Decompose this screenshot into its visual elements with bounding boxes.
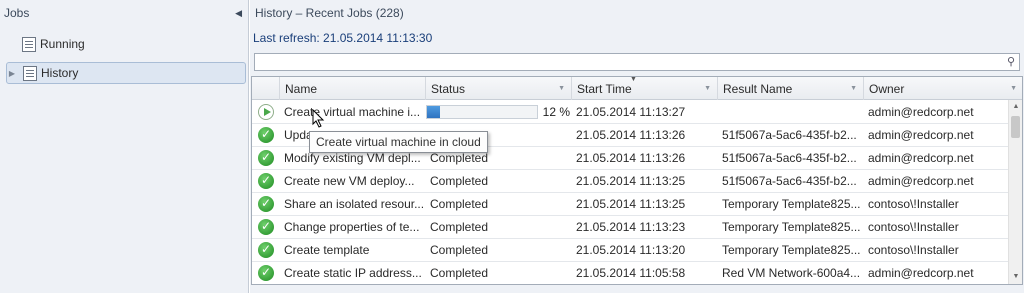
completed-check-icon — [258, 172, 274, 189]
vertical-scrollbar[interactable]: ▲ ▼ — [1008, 100, 1022, 284]
nav-item-running[interactable]: Running — [6, 33, 246, 55]
cell-result-name: 51f5067a-5ac6-435f-b2... — [722, 128, 857, 142]
cell-start-time: 21.05.2014 11:13:25 — [576, 197, 686, 211]
filter-dropdown-icon[interactable]: ▼ — [850, 85, 857, 92]
cell-result-name: 51f5067a-5ac6-435f-b2... — [722, 151, 857, 165]
scroll-thumb[interactable] — [1011, 116, 1020, 138]
nav-item-history[interactable]: ▶ History — [6, 62, 246, 84]
cell-owner: admin@redcorp.net — [868, 151, 974, 165]
cell-result-name — [718, 101, 864, 123]
column-header-icon[interactable] — [252, 77, 280, 100]
column-header-owner[interactable]: Owner ▼ — [864, 77, 1022, 100]
cell-owner: admin@redcorp.net — [868, 128, 974, 142]
completed-check-icon — [258, 241, 274, 258]
nav-header: Jobs ◀ — [0, 0, 248, 26]
sort-descending-icon: ▼ — [630, 76, 637, 83]
page-title: History – Recent Jobs (228) — [255, 6, 404, 20]
search-input[interactable]: ⚲ — [254, 53, 1020, 71]
cell-result-name: Temporary Template825... — [722, 220, 861, 234]
progress-fill — [427, 106, 441, 118]
cell-name: Create new VM deploy... — [284, 174, 415, 188]
nav-item-label: History — [41, 66, 79, 80]
cell-status: Completed — [430, 243, 489, 257]
table-row[interactable]: Create template Completed 21.05.2014 11:13… — [252, 239, 1010, 262]
table-row[interactable]: Create virtual machine i... 21.05.2014 11… — [252, 101, 1010, 124]
cell-status: Completed — [430, 220, 489, 234]
column-header-name[interactable]: Name — [280, 77, 426, 100]
cell-owner: admin@redcorp.net — [868, 174, 974, 188]
cell-status: Completed — [430, 174, 489, 188]
mouse-cursor-icon — [312, 109, 325, 128]
cell-name: Create virtual machine i... — [284, 105, 421, 119]
cell-owner: admin@redcorp.net — [868, 266, 974, 280]
cell-owner: contoso\!Installer — [868, 197, 959, 211]
cell-start-time: 21.05.2014 11:13:20 — [576, 243, 686, 257]
last-refresh-text: Last refresh: 21.05.2014 11:13:30 — [253, 31, 433, 45]
document-list-icon — [23, 65, 37, 81]
column-header-start-time[interactable]: ▼ Start Time ▼ — [572, 77, 718, 100]
cell-owner: admin@redcorp.net — [868, 105, 974, 119]
cell-name: Create template — [284, 243, 370, 257]
cell-result-name: Temporary Template825... — [722, 197, 861, 211]
expand-arrow-icon[interactable]: ▶ — [7, 69, 17, 78]
table-header: Name Status ▼ ▼ Start Time ▼ Result Name ▼ O… — [252, 77, 1022, 100]
table-row[interactable]: Share an isolated resour... Completed 21.0… — [252, 193, 1010, 216]
collapse-pane-icon[interactable]: ◀ — [235, 8, 242, 19]
completed-check-icon — [258, 149, 274, 166]
cell-name: Create static IP address... — [284, 266, 422, 280]
nav-item-label: Running — [40, 37, 85, 51]
cell-start-time: 21.05.2014 11:13:23 — [576, 220, 686, 234]
search-icon[interactable]: ⚲ — [1007, 55, 1015, 68]
table-row[interactable]: Change properties of te... Completed 21.05… — [252, 216, 1010, 239]
jobs-table: Name Status ▼ ▼ Start Time ▼ Result Name ▼ O… — [251, 76, 1023, 285]
cell-start-time: 21.05.2014 11:13:26 — [576, 151, 686, 165]
filter-dropdown-icon[interactable]: ▼ — [704, 85, 711, 92]
column-header-status[interactable]: Status ▼ — [426, 77, 572, 100]
cell-status: Completed — [430, 197, 489, 211]
progress-percent: 12 % — [542, 105, 570, 119]
nav-title: Jobs — [4, 6, 30, 20]
cell-name: Change properties of te... — [284, 220, 420, 234]
cell-owner: contoso\!Installer — [868, 243, 959, 257]
completed-check-icon — [258, 195, 274, 212]
cell-start-time: 21.05.2014 11:13:27 — [576, 105, 686, 119]
completed-check-icon — [258, 264, 274, 281]
table-row[interactable]: Create new VM deploy... Completed 21.05.20… — [252, 170, 1010, 193]
cell-result-name: Temporary Template825... — [722, 243, 861, 257]
filter-dropdown-icon[interactable]: ▼ — [558, 85, 565, 92]
document-list-icon — [22, 36, 36, 52]
completed-check-icon — [258, 218, 274, 235]
cell-result-name: 51f5067a-5ac6-435f-b2... — [722, 174, 857, 188]
column-header-result-name[interactable]: Result Name ▼ — [718, 77, 864, 100]
scroll-up-icon[interactable]: ▲ — [1009, 100, 1022, 114]
table-row[interactable]: Create static IP address... Completed 21.0… — [252, 262, 1010, 284]
cell-status: Completed — [430, 266, 489, 280]
cell-result-name: Red VM Network-600a4... — [722, 266, 861, 280]
scroll-down-icon[interactable]: ▼ — [1009, 270, 1022, 284]
filter-dropdown-icon[interactable]: ▼ — [1010, 85, 1017, 92]
cell-start-time: 21.05.2014 11:13:26 — [576, 128, 686, 142]
running-job-icon — [258, 104, 274, 120]
cell-start-time: 21.05.2014 11:13:25 — [576, 174, 686, 188]
cell-owner: contoso\!Installer — [868, 220, 959, 234]
name-tooltip: Create virtual machine in cloud — [309, 131, 488, 153]
cell-start-time: 21.05.2014 11:05:58 — [576, 266, 686, 280]
job-progress-bar — [426, 105, 538, 119]
completed-check-icon — [258, 126, 274, 143]
cell-name: Share an isolated resour... — [284, 197, 425, 211]
jobs-nav-pane: Jobs ◀ Running ▶ History — [0, 0, 249, 293]
